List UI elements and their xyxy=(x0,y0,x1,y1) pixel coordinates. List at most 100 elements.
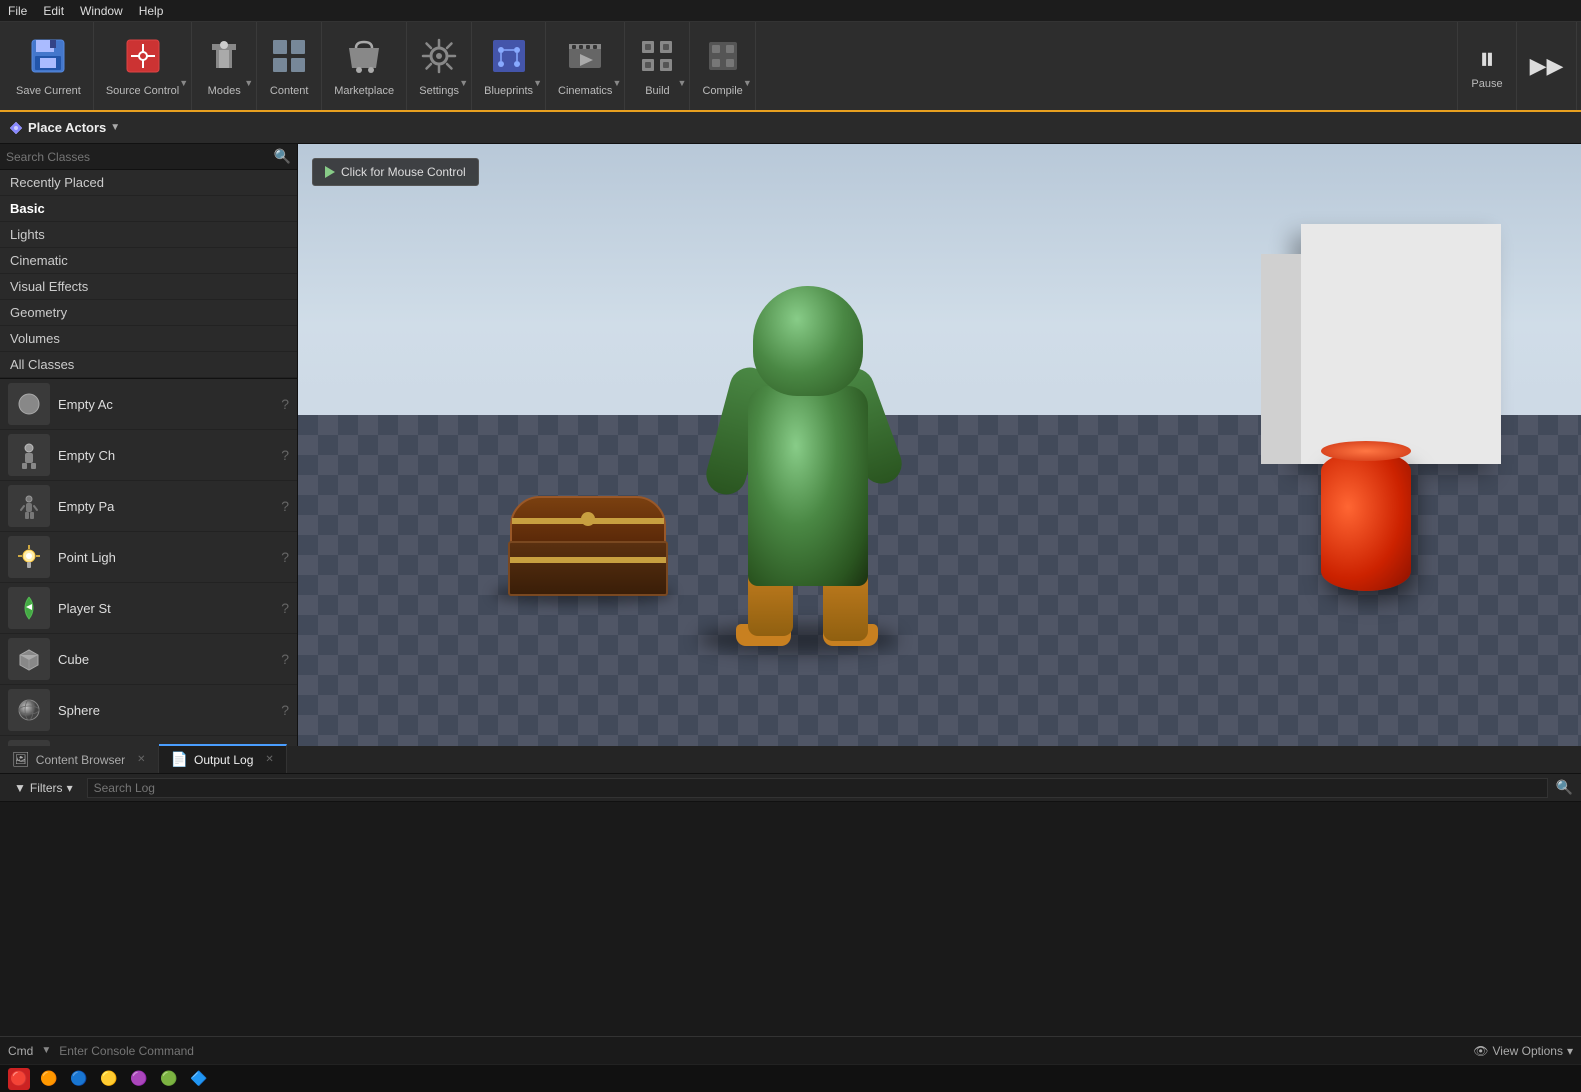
bottom-section: 🖼 Content Browser ✕ 📄 Output Log ✕ ▼ Fil… xyxy=(0,746,1581,1036)
sidebar-cat-lights[interactable]: Lights xyxy=(0,222,297,248)
output-log-tab-label: Output Log xyxy=(194,753,253,767)
log-search-icon: 🔍 xyxy=(1556,779,1573,796)
place-actors-icon xyxy=(8,120,24,136)
blueprints-arrow: ▼ xyxy=(533,78,542,88)
search-classes-input[interactable] xyxy=(6,150,270,164)
console-input[interactable] xyxy=(59,1044,1465,1058)
tab-output-log[interactable]: 📄 Output Log ✕ xyxy=(159,744,287,773)
sidebar-item-player-start[interactable]: Player St ? xyxy=(0,583,297,634)
sidebar-cat-geometry[interactable]: Geometry xyxy=(0,300,297,326)
console-cmd-label: Cmd xyxy=(8,1044,33,1058)
place-actors-dropdown-icon: ▼ xyxy=(110,122,120,133)
taskbar-icon-3[interactable]: 🟡 xyxy=(98,1068,120,1090)
menu-help[interactable]: Help xyxy=(139,4,164,18)
menu-file[interactable]: File xyxy=(8,4,27,18)
menu-edit[interactable]: Edit xyxy=(43,4,64,18)
viewport[interactable]: Click for Mouse Control xyxy=(298,144,1581,746)
menu-window[interactable]: Window xyxy=(80,4,123,18)
modes-icon xyxy=(204,36,244,81)
source-control-button[interactable]: Source Control ▼ xyxy=(94,22,192,110)
settings-label: Settings xyxy=(419,85,459,97)
chest-body xyxy=(508,541,668,596)
modes-arrow: ▼ xyxy=(244,78,253,88)
content-browser-tab-close[interactable]: ✕ xyxy=(137,754,145,765)
save-current-button[interactable]: Save Current xyxy=(4,22,94,110)
taskbar-icon-1[interactable]: 🟠 xyxy=(38,1068,60,1090)
char-head xyxy=(753,286,863,396)
sidebar-cat-volumes[interactable]: Volumes xyxy=(0,326,297,352)
sidebar-cat-basic[interactable]: Basic xyxy=(0,196,297,222)
chest-lock xyxy=(581,512,595,526)
filters-button[interactable]: ▼ Filters ▾ xyxy=(8,779,79,797)
sidebar-categories: Recently Placed Basic Lights Cinematic V… xyxy=(0,170,297,379)
view-options-arrow-icon: ▾ xyxy=(1567,1044,1573,1058)
output-log-tab-close[interactable]: ✕ xyxy=(265,754,273,765)
treasure-chest xyxy=(508,496,668,596)
sidebar-item-empty-actor[interactable]: Empty Ac ? xyxy=(0,379,297,430)
cinematics-label: Cinematics xyxy=(558,85,612,97)
sidebar-item-cube[interactable]: Cube ? xyxy=(0,634,297,685)
sidebar-cat-visual-effects[interactable]: Visual Effects xyxy=(0,274,297,300)
build-icon xyxy=(637,36,677,81)
source-control-label: Source Control xyxy=(106,85,179,97)
place-actors-title[interactable]: Place Actors ▼ xyxy=(8,120,120,136)
sphere-label: Sphere xyxy=(58,703,273,718)
point-light-icon xyxy=(8,536,50,578)
settings-button[interactable]: Settings ▼ xyxy=(407,22,472,110)
cinematics-button[interactable]: Cinematics ▼ xyxy=(546,22,625,110)
log-search-input[interactable] xyxy=(87,778,1548,798)
skip-next-button[interactable]: ▶▶ xyxy=(1517,22,1577,110)
filters-dropdown-icon: ▾ xyxy=(67,781,73,795)
taskbar-icon-2[interactable]: 🔵 xyxy=(68,1068,90,1090)
sidebar-item-sphere[interactable]: Sphere ? xyxy=(0,685,297,736)
modes-label: Modes xyxy=(208,85,241,97)
empty-actor-help-icon[interactable]: ? xyxy=(281,396,289,412)
build-arrow: ▼ xyxy=(678,78,687,88)
empty-pawn-help-icon[interactable]: ? xyxy=(281,498,289,514)
taskbar-icon-5[interactable]: 🟢 xyxy=(158,1068,180,1090)
sidebar-cat-recently-placed[interactable]: Recently Placed xyxy=(0,170,297,196)
empty-character-help-icon[interactable]: ? xyxy=(281,447,289,463)
save-icon xyxy=(28,36,68,81)
point-light-label: Point Ligh xyxy=(58,550,273,565)
pause-button[interactable]: ⏸ Pause xyxy=(1457,22,1517,110)
log-toolbar: ▼ Filters ▾ 🔍 xyxy=(0,774,1581,802)
mouse-control-label: Click for Mouse Control xyxy=(341,165,466,179)
sidebar-cat-cinematic[interactable]: Cinematic xyxy=(0,248,297,274)
source-control-icon xyxy=(123,36,163,81)
compile-button[interactable]: Compile ▼ xyxy=(690,22,755,110)
view-options-button[interactable]: 👁 View Options ▾ xyxy=(1473,1044,1573,1058)
sidebar-cat-all-classes[interactable]: All Classes xyxy=(0,352,297,378)
marketplace-button[interactable]: Marketplace xyxy=(322,22,407,110)
pause-icon: ⏸ xyxy=(1479,42,1495,74)
build-label: Build xyxy=(645,85,669,97)
mouse-control-button[interactable]: Click for Mouse Control xyxy=(312,158,479,186)
sphere-help-icon[interactable]: ? xyxy=(281,702,289,718)
chest-lid xyxy=(510,496,666,546)
taskbar-icon-6[interactable]: 🔷 xyxy=(188,1068,210,1090)
modes-button[interactable]: Modes ▼ xyxy=(192,22,257,110)
blueprints-button[interactable]: Blueprints ▼ xyxy=(472,22,546,110)
tab-content-browser[interactable]: 🖼 Content Browser ✕ xyxy=(0,746,159,773)
build-button[interactable]: Build ▼ xyxy=(625,22,690,110)
empty-character-label: Empty Ch xyxy=(58,448,273,463)
menu-bar: File Edit Window Help xyxy=(0,0,1581,22)
mouse-control-play-icon xyxy=(325,166,335,178)
content-button[interactable]: Content xyxy=(257,22,322,110)
point-light-help-icon[interactable]: ? xyxy=(281,549,289,565)
sidebar-item-point-light[interactable]: Point Ligh ? xyxy=(0,532,297,583)
player-start-help-icon[interactable]: ? xyxy=(281,600,289,616)
orange-cylinder xyxy=(1321,451,1411,591)
sidebar-item-empty-character[interactable]: Empty Ch ? xyxy=(0,430,297,481)
cube-icon xyxy=(8,638,50,680)
cube-help-icon[interactable]: ? xyxy=(281,651,289,667)
content-icon xyxy=(269,36,309,81)
taskbar-icon-0[interactable]: 🔴 xyxy=(8,1068,30,1090)
eye-icon: 👁 xyxy=(1473,1044,1488,1058)
source-control-arrow: ▼ xyxy=(179,78,188,88)
empty-actor-icon xyxy=(8,383,50,425)
taskbar-icon-4[interactable]: 🟣 xyxy=(128,1068,150,1090)
sidebar-item-empty-pawn[interactable]: Empty Pa ? xyxy=(0,481,297,532)
save-current-label: Save Current xyxy=(16,85,81,97)
chest-band-body xyxy=(510,557,666,563)
